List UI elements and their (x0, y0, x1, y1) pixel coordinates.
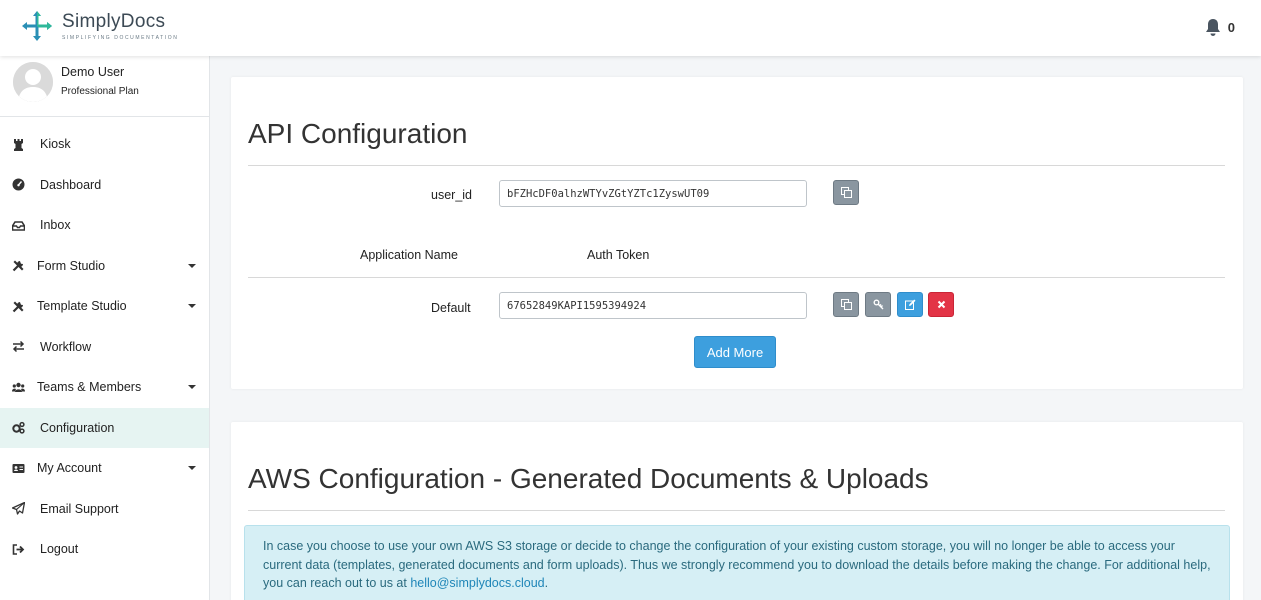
sidebar-item-configuration[interactable]: Configuration (0, 407, 209, 448)
sidebar-item-teams-members[interactable]: Teams & Members (0, 367, 209, 408)
notification-count: 0 (1227, 20, 1235, 35)
divider (248, 510, 1225, 511)
cogs-icon (11, 420, 26, 435)
chevron-down-icon[interactable] (188, 304, 196, 309)
aws-configuration-card: AWS Configuration - Generated Documents … (231, 422, 1243, 600)
chevron-down-icon[interactable] (188, 385, 196, 390)
column-header-auth-token: Auth Token (587, 248, 650, 262)
id-card-icon (11, 461, 26, 476)
users-icon (11, 380, 26, 395)
brand-tagline: SIMPLIFYING DOCUMENTATION (62, 34, 179, 41)
aws-configuration-title: AWS Configuration - Generated Documents … (248, 463, 929, 494)
alert-text: In case you choose to use your own AWS S… (263, 539, 1211, 590)
chess-rook-icon (11, 137, 26, 152)
tachometer-icon (11, 177, 26, 192)
user-plan: Professional Plan (61, 86, 139, 97)
sidebar-item-label: Teams & Members (37, 380, 142, 395)
sidebar-item-email-support[interactable]: Email Support (0, 489, 209, 530)
notifications-button[interactable]: 0 (1204, 18, 1235, 37)
sign-out-icon (11, 542, 26, 557)
close-icon (937, 300, 945, 309)
sidebar-item-inbox[interactable]: Inbox (0, 205, 209, 246)
sidebar-item-label: My Account (37, 461, 102, 476)
sidebar-item-label: Form Studio (37, 258, 106, 273)
avatar (13, 62, 53, 102)
bell-icon (1205, 19, 1220, 36)
tools-icon (11, 258, 26, 273)
chevron-down-icon[interactable] (188, 466, 196, 471)
brand-name: SimplyDocs (62, 10, 166, 32)
avatar-placeholder-icon (13, 62, 53, 102)
tools-icon (11, 299, 26, 314)
user-name: Demo User (61, 65, 125, 79)
divider (248, 165, 1225, 166)
sidebar-nav: Kiosk Dashboard Inbox Form Studio Templa… (0, 124, 209, 570)
api-configuration-title: API Configuration (248, 118, 468, 149)
sidebar-item-label: Inbox (40, 218, 71, 233)
column-header-application-name: Application Name (360, 248, 458, 262)
sidebar-item-workflow[interactable]: Workflow (0, 327, 209, 368)
copy-icon (840, 187, 852, 198)
sidebar-item-my-account[interactable]: My Account (0, 448, 209, 489)
copy-token-button[interactable] (833, 292, 859, 317)
user-profile[interactable]: Demo User Professional Plan (0, 56, 209, 117)
sidebar-item-form-studio[interactable]: Form Studio (0, 246, 209, 287)
add-more-button[interactable]: Add More (694, 336, 776, 368)
app-name-default: Default (431, 301, 471, 315)
sidebar-item-label: Email Support (40, 501, 119, 516)
edit-app-button[interactable] (897, 292, 923, 317)
sidebar-item-dashboard[interactable]: Dashboard (0, 165, 209, 206)
auth-token-field[interactable]: 67652849KAPI1595394924 (499, 292, 807, 319)
alert-text-end: . (544, 576, 549, 590)
chevron-down-icon[interactable] (188, 263, 196, 268)
storage-warning-alert: In case you choose to use your own AWS S… (244, 525, 1230, 600)
sidebar-item-logout[interactable]: Logout (0, 529, 209, 570)
regenerate-token-button[interactable] (865, 292, 891, 317)
sidebar-item-label: Kiosk (40, 137, 71, 152)
key-icon (873, 299, 883, 310)
api-configuration-card: API Configuration user_id bFZHcDF0alhzWT… (231, 77, 1243, 389)
sidebar-item-label: Dashboard (40, 177, 102, 192)
sidebar: Demo User Professional Plan Kiosk Dashbo… (0, 56, 210, 600)
divider (248, 277, 1225, 278)
paper-plane-icon (11, 501, 26, 516)
sidebar-item-label: Workflow (40, 339, 92, 354)
top-header: SimplyDocs SIMPLIFYING DOCUMENTATION 0 (0, 0, 1261, 56)
sidebar-item-kiosk[interactable]: Kiosk (0, 124, 209, 165)
delete-app-button[interactable] (928, 292, 954, 317)
user-id-label: user_id (431, 188, 472, 202)
inbox-icon (11, 218, 26, 233)
sidebar-item-label: Template Studio (37, 299, 127, 314)
sidebar-item-label: Logout (40, 542, 79, 557)
copy-icon (840, 299, 852, 310)
edit-icon (904, 299, 915, 310)
logo-icon (22, 11, 52, 41)
exchange-icon (11, 339, 26, 354)
support-email-link[interactable]: hello@simplydocs.cloud (410, 576, 544, 590)
brand-logo[interactable]: SimplyDocs SIMPLIFYING DOCUMENTATION (20, 9, 178, 43)
sidebar-item-label: Configuration (40, 420, 115, 435)
sidebar-item-template-studio[interactable]: Template Studio (0, 286, 209, 327)
user-id-field[interactable]: bFZHcDF0alhzWTYvZGtYZTc1ZyswUT09 (499, 180, 807, 207)
copy-user-id-button[interactable] (833, 180, 859, 205)
